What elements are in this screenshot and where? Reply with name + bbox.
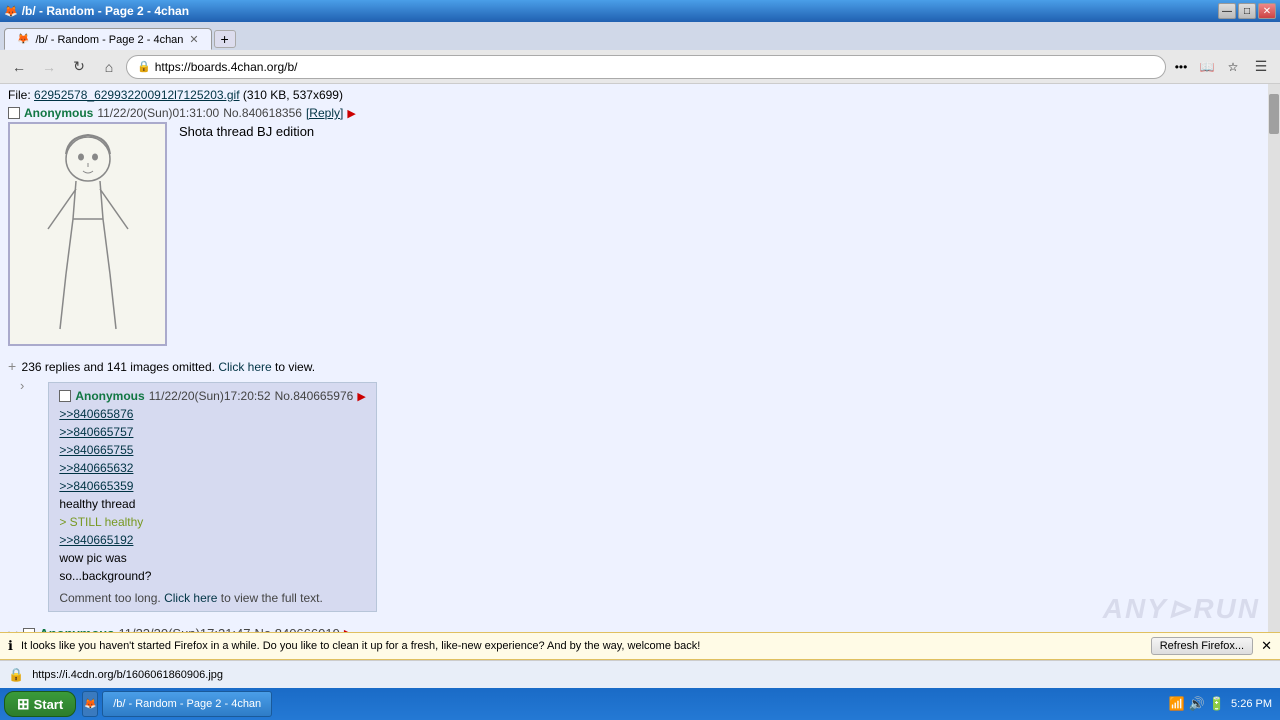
page-content: File: 62952578_629932200912l7125203.gif … xyxy=(0,84,1268,660)
op-expand-btn[interactable]: ▶ xyxy=(347,107,355,120)
notification-bar: ℹ It looks like you haven't started Fire… xyxy=(0,632,1280,660)
ref-4[interactable]: >>840665632 xyxy=(59,461,133,475)
window-chrome: 🦊 /b/ - Random - Page 2 - 4chan — □ ✕ xyxy=(0,0,1280,22)
window-controls: — □ ✕ xyxy=(1218,3,1276,19)
back-button[interactable]: ← xyxy=(6,55,32,79)
omitted-text: + 236 replies and 141 images omitted. Cl… xyxy=(8,358,1260,374)
op-file-info: File: 62952578_629932200912l7125203.gif … xyxy=(8,88,1260,102)
notification-close-button[interactable]: ✕ xyxy=(1261,638,1272,654)
reply-text4: wow pic was xyxy=(59,551,126,565)
status-bar: 🔒 https://i.4cdn.org/b/1606061860906.jpg xyxy=(0,660,1280,688)
notif-icon: ℹ xyxy=(8,638,13,654)
anime-sketch-svg xyxy=(18,129,158,339)
reply-text5: so...background? xyxy=(59,569,151,583)
taskbar: ⊞ Start 🦊 /b/ - Random - Page 2 - 4chan … xyxy=(0,688,1280,720)
reply-date: 11/22/20(Sun)17:20:52 xyxy=(149,389,271,403)
bookmark-icon[interactable]: ☆ xyxy=(1222,56,1244,78)
reply-author: Anonymous xyxy=(75,389,144,403)
reader-icon[interactable]: 📖 xyxy=(1196,56,1218,78)
op-post: Anonymous 11/22/20(Sun)01:31:00 No.84061… xyxy=(8,106,1260,350)
reply-arrow-icon: › xyxy=(20,378,24,616)
op-post-text: Shota thread BJ edition xyxy=(8,124,1260,139)
tab-bar: 🦊 /b/ - Random - Page 2 - 4chan ✕ + xyxy=(0,22,1280,50)
reload-button[interactable]: ↻ xyxy=(66,55,92,79)
start-button[interactable]: ⊞ Start xyxy=(4,691,76,717)
ref-6[interactable]: >>840665192 xyxy=(59,533,133,547)
reply-checkbox[interactable] xyxy=(59,390,71,402)
nav-icons: ••• 📖 ☆ xyxy=(1170,56,1244,78)
reply-post: Anonymous 11/22/20(Sun)17:20:52 No.84066… xyxy=(48,382,376,612)
reply-body: >>840665876 >>840665757 >>840665755 >>84… xyxy=(59,405,365,585)
taskbar-tray: 📶 🔊 🔋 5:26 PM xyxy=(1168,696,1280,712)
nav-bar: ← → ↻ ⌂ 🔒 https://boards.4chan.org/b/ ••… xyxy=(0,50,1280,84)
comment-long: Comment too long. Click here to view the… xyxy=(59,591,365,605)
status-url: https://i.4cdn.org/b/1606061860906.jpg xyxy=(32,669,223,681)
close-button[interactable]: ✕ xyxy=(1258,3,1276,19)
new-tab-button[interactable]: + xyxy=(214,30,236,48)
tray-volume-icon: 🔊 xyxy=(1189,696,1205,712)
op-image[interactable] xyxy=(8,122,167,346)
op-post-checkbox[interactable] xyxy=(8,107,20,119)
address-bar[interactable]: 🔒 https://boards.4chan.org/b/ xyxy=(126,55,1166,79)
reply-post-container: › Anonymous 11/22/20(Sun)17:20:52 No.840… xyxy=(20,378,1260,616)
reply-text1: healthy thread xyxy=(59,497,135,511)
ref-1[interactable]: >>840665876 xyxy=(59,407,133,421)
op-date: 11/22/20(Sun)01:31:00 xyxy=(97,106,219,120)
taskbar-ie-icon: 🦊 xyxy=(82,691,98,717)
op-author: Anonymous xyxy=(24,106,93,120)
op-reply-link[interactable]: [Reply] xyxy=(306,106,343,120)
click-here-full[interactable]: Click here xyxy=(164,591,217,605)
reply-expand-btn[interactable]: ▶ xyxy=(357,390,365,403)
tray-battery-icon: 🔋 xyxy=(1209,696,1225,712)
ref-3[interactable]: >>840665755 xyxy=(59,443,133,457)
menu-button[interactable]: ☰ xyxy=(1248,55,1274,79)
tab-close-button[interactable]: ✕ xyxy=(189,33,198,46)
forward-button[interactable]: → xyxy=(36,55,62,79)
scrollbar-thumb[interactable] xyxy=(1269,94,1279,134)
reply-post-header: Anonymous 11/22/20(Sun)17:20:52 No.84066… xyxy=(59,389,365,403)
tray-icons: 📶 🔊 🔋 xyxy=(1168,696,1225,712)
tray-network-icon: 📶 xyxy=(1168,696,1184,712)
more-button[interactable]: ••• xyxy=(1170,56,1192,78)
reply-post-no: No.840665976 xyxy=(275,389,354,403)
reply-text2: > STILL healthy xyxy=(59,515,143,529)
maximize-button[interactable]: □ xyxy=(1238,3,1256,19)
op-file-link[interactable]: 62952578_629932200912l7125203.gif xyxy=(34,88,240,102)
clock: 5:26 PM xyxy=(1231,698,1272,710)
notification-text: It looks like you haven't started Firefo… xyxy=(21,640,700,652)
op-post-header: Anonymous 11/22/20(Sun)01:31:00 No.84061… xyxy=(8,106,1260,120)
window-title: 🦊 /b/ - Random - Page 2 - 4chan xyxy=(4,4,189,18)
browser-chrome: 🦊 /b/ - Random - Page 2 - 4chan ✕ + ← → … xyxy=(0,22,1280,84)
taskbar-window[interactable]: /b/ - Random - Page 2 - 4chan xyxy=(102,691,272,717)
scrollbar[interactable] xyxy=(1268,84,1280,660)
home-button[interactable]: ⌂ xyxy=(96,55,122,79)
tab-label: /b/ - Random - Page 2 - 4chan xyxy=(35,34,183,46)
refresh-firefox-button[interactable]: Refresh Firefox... xyxy=(1151,637,1253,655)
tab-active[interactable]: 🦊 /b/ - Random - Page 2 - 4chan ✕ xyxy=(4,28,212,50)
minimize-button[interactable]: — xyxy=(1218,3,1236,19)
ref-2[interactable]: >>840665757 xyxy=(59,425,133,439)
click-here-link[interactable]: Click here xyxy=(218,360,271,374)
ref-5[interactable]: >>840665359 xyxy=(59,479,133,493)
op-post-no: No.840618356 xyxy=(223,106,302,120)
url-text: https://boards.4chan.org/b/ xyxy=(155,60,1155,74)
status-lock-icon: 🔒 xyxy=(8,667,24,683)
